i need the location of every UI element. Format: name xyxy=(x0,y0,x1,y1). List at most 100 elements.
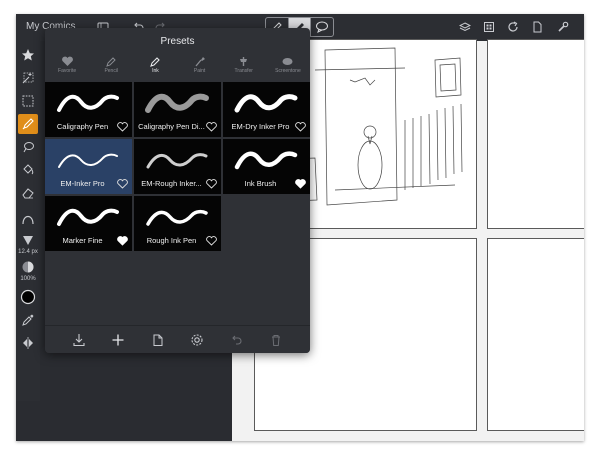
heart-icon[interactable] xyxy=(117,122,128,132)
stroke-preview xyxy=(234,94,298,113)
heart-icon[interactable] xyxy=(206,179,217,189)
color-icon xyxy=(20,289,36,305)
curve-icon xyxy=(22,215,34,225)
magic-select-tool[interactable] xyxy=(18,68,38,88)
eraser-tool[interactable] xyxy=(18,183,38,203)
eyedropper-tool[interactable] xyxy=(18,310,38,330)
comic-panel[interactable] xyxy=(487,238,584,431)
rect-select-tool[interactable] xyxy=(18,91,38,111)
pencil-icon xyxy=(105,57,116,67)
tab-screentone[interactable]: Screentone xyxy=(266,54,310,82)
bucket-icon xyxy=(23,164,34,175)
favorites-tool[interactable] xyxy=(18,45,38,65)
heart-icon[interactable] xyxy=(117,179,128,189)
opacity-control[interactable] xyxy=(18,259,38,275)
wrench-icon[interactable] xyxy=(556,18,570,36)
preset-name: EM-Dry Inker Pro xyxy=(231,122,290,131)
lasso-fill-tool[interactable] xyxy=(18,137,38,157)
ink-pen-icon xyxy=(150,57,160,67)
lasso-fill-icon xyxy=(23,142,34,153)
presets-popover: Presets Favorite Pencil Ink Paint Transf… xyxy=(45,28,310,353)
bubble-tool-tab[interactable] xyxy=(311,18,333,36)
eyedropper-icon xyxy=(22,314,34,326)
heart-icon[interactable] xyxy=(206,236,217,246)
mirror-icon xyxy=(23,337,33,349)
preset-name: EM-Rough Inker... xyxy=(141,179,202,188)
tab-label: Screentone xyxy=(275,68,301,74)
tab-favorite[interactable]: Favorite xyxy=(45,54,89,82)
stroke-preview xyxy=(145,93,209,113)
duplicate-icon xyxy=(153,334,163,346)
stroke-preview xyxy=(57,208,119,226)
transfer-icon xyxy=(240,57,248,66)
tab-label: Pencil xyxy=(104,68,119,74)
magic-select-icon xyxy=(22,72,34,84)
tab-transfer[interactable]: Transfer xyxy=(222,54,266,82)
tab-pencil[interactable]: Pencil xyxy=(89,54,133,82)
eraser-icon xyxy=(22,188,34,199)
size-control[interactable] xyxy=(18,232,38,248)
size-icon xyxy=(23,236,33,245)
layers-icon[interactable] xyxy=(458,18,472,36)
import-button[interactable] xyxy=(71,332,87,348)
rect-select-icon xyxy=(22,95,34,107)
size-label: 12.4 px xyxy=(18,249,38,255)
stroke-preview xyxy=(58,153,118,168)
app-window: My Comics 12.4 px 100% Presets Favorite … xyxy=(16,14,584,441)
refresh-icon[interactable] xyxy=(506,18,520,36)
preset-cell[interactable]: Caligraphy Pen xyxy=(45,82,132,137)
delete-preset-button[interactable] xyxy=(268,332,284,348)
add-preset-button[interactable] xyxy=(110,332,126,348)
stroke-preview xyxy=(57,94,119,112)
preset-name: Marker Fine xyxy=(62,236,103,245)
presets-footer xyxy=(45,325,310,353)
preset-cell[interactable]: Ink Brush xyxy=(223,139,310,194)
stroke-preview xyxy=(146,153,208,169)
preset-name: Ink Brush xyxy=(244,179,277,188)
tab-ink[interactable]: Ink xyxy=(133,54,177,82)
preset-name: Caligraphy Pen Di... xyxy=(138,122,205,131)
comic-panel[interactable] xyxy=(487,39,584,229)
add-icon xyxy=(112,334,124,345)
tab-label: Favorite xyxy=(58,68,77,74)
star-icon xyxy=(22,49,34,61)
undo-preset-button[interactable] xyxy=(229,332,245,348)
screentone-icon xyxy=(282,58,293,65)
stroke-preview xyxy=(234,151,298,170)
preset-cell[interactable]: Caligraphy Pen Di... xyxy=(134,82,221,137)
page-icon[interactable] xyxy=(530,18,544,36)
duplicate-preset-button[interactable] xyxy=(150,332,166,348)
preset-cell-selected[interactable]: EM-Inker Pro xyxy=(45,139,132,194)
preset-name: EM-Inker Pro xyxy=(60,179,105,188)
brush-icon xyxy=(22,118,34,130)
color-swatch[interactable] xyxy=(18,287,38,307)
settings-icon xyxy=(191,333,203,346)
curve-tool[interactable] xyxy=(18,209,38,229)
tab-label: Paint xyxy=(193,68,206,74)
preset-cell[interactable]: EM-Rough Inker... xyxy=(134,139,221,194)
heart-icon[interactable] xyxy=(117,236,128,246)
heart-icon[interactable] xyxy=(295,122,306,132)
heart-icon[interactable] xyxy=(206,122,217,132)
opacity-icon xyxy=(22,261,34,273)
preset-settings-button[interactable] xyxy=(189,332,205,348)
heart-icon xyxy=(61,56,73,66)
grid-icon[interactable] xyxy=(482,18,496,36)
heart-icon[interactable] xyxy=(295,179,306,189)
preset-cell[interactable]: Rough Ink Pen xyxy=(134,196,221,251)
opacity-label: 100% xyxy=(20,276,36,282)
left-toolbar: 12.4 px 100% xyxy=(16,41,40,401)
tab-label: Transfer xyxy=(234,68,253,74)
undo-icon xyxy=(231,335,242,345)
tab-paint[interactable]: Paint xyxy=(178,54,222,82)
brush-tool[interactable] xyxy=(18,114,38,134)
preset-name: Rough Ink Pen xyxy=(146,236,197,245)
mirror-tool[interactable] xyxy=(18,333,38,353)
preset-cell[interactable]: Marker Fine xyxy=(45,196,132,251)
paint-brush-icon xyxy=(195,57,206,67)
trash-icon xyxy=(272,334,281,346)
presets-title: Presets xyxy=(160,36,195,47)
preset-cell[interactable]: EM-Dry Inker Pro xyxy=(223,82,310,137)
preset-name: Caligraphy Pen xyxy=(56,122,109,131)
fill-tool[interactable] xyxy=(18,160,38,180)
